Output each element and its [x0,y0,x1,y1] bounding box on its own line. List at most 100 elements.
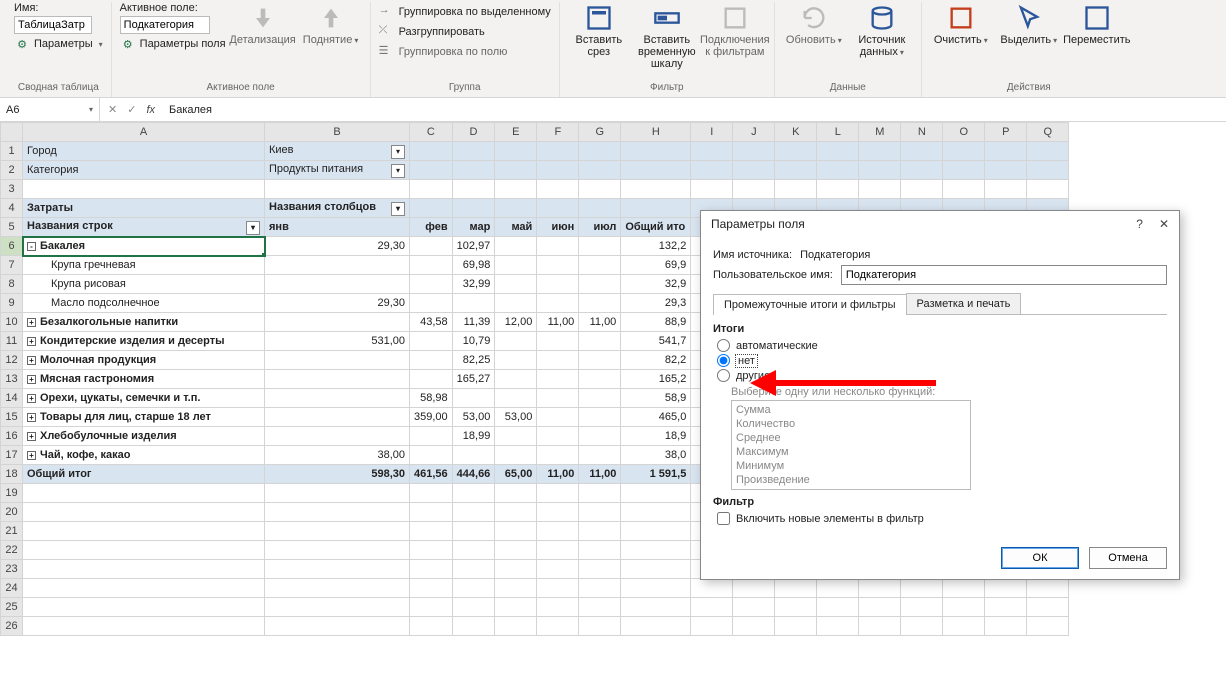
cell[interactable]: 32,9 [621,275,691,294]
cell[interactable] [901,598,943,617]
cell[interactable] [495,560,537,579]
cell[interactable] [733,598,775,617]
cell[interactable] [410,351,453,370]
cell[interactable] [621,161,691,180]
include-new-items-checkbox[interactable]: Включить новые элементы в фильтр [717,512,1167,525]
cell[interactable]: Общий итог [23,465,265,484]
cell[interactable]: Названия столбцов▾ [265,199,410,218]
cell[interactable] [859,579,901,598]
insert-slicer-button[interactable]: Вставитьсрез [568,2,630,58]
cell[interactable]: +Орехи, цукаты, семечки и т.п. [23,389,265,408]
cell[interactable]: +Безалкогольные напитки [23,313,265,332]
select-all-corner[interactable] [1,123,23,142]
cell[interactable]: Затраты [23,199,265,218]
cell[interactable] [452,579,495,598]
cell[interactable] [1027,598,1069,617]
cell[interactable] [985,180,1027,199]
move-button[interactable]: Переместить [1066,2,1128,46]
cell[interactable] [621,560,691,579]
cell[interactable] [579,579,621,598]
cell[interactable] [265,256,410,275]
cell[interactable] [943,161,985,180]
cell[interactable] [901,161,943,180]
cell[interactable] [452,389,495,408]
radio-none[interactable]: нет [717,354,1167,367]
cell[interactable]: 18,99 [452,427,495,446]
cell[interactable] [265,617,410,636]
cell[interactable] [23,180,265,199]
cell[interactable] [495,389,537,408]
cell[interactable] [579,180,621,199]
cell[interactable] [1027,180,1069,199]
confirm-icon[interactable]: ✓ [127,103,136,116]
column-header[interactable]: H [621,123,691,142]
cell[interactable] [579,351,621,370]
cell[interactable]: 58,98 [410,389,453,408]
cell[interactable] [775,598,817,617]
row-header[interactable]: 2 [1,161,23,180]
cell[interactable] [495,275,537,294]
cell[interactable] [859,180,901,199]
cell[interactable] [691,142,733,161]
clear-button[interactable]: Очистить▾ [930,2,992,47]
cell[interactable]: 65,00 [495,465,537,484]
cell[interactable] [452,503,495,522]
column-header[interactable]: C [410,123,453,142]
cell[interactable]: 11,00 [537,313,579,332]
cell[interactable] [621,484,691,503]
ok-button[interactable]: ОК [1001,547,1079,569]
cell[interactable] [452,199,495,218]
cell[interactable] [265,522,410,541]
cell[interactable]: 541,7 [621,332,691,351]
column-header[interactable]: O [943,123,985,142]
cell[interactable] [537,237,579,256]
cell[interactable] [452,541,495,560]
cell[interactable] [23,503,265,522]
cell[interactable] [579,617,621,636]
name-box[interactable]: A6▾ [0,98,100,121]
cell[interactable] [691,617,733,636]
cell[interactable] [691,598,733,617]
column-header[interactable]: A [23,123,265,142]
cell[interactable] [537,522,579,541]
cell[interactable]: 29,30 [265,294,410,313]
cell[interactable] [579,142,621,161]
cell[interactable] [452,617,495,636]
cell[interactable]: 359,00 [410,408,453,427]
cell[interactable] [943,617,985,636]
cell[interactable] [579,541,621,560]
cell[interactable] [579,503,621,522]
pivot-params-button[interactable]: ⚙ Параметры▾ [14,36,103,52]
cell[interactable] [23,522,265,541]
expand-icon[interactable]: + [27,394,36,403]
cell[interactable] [537,427,579,446]
cell[interactable] [537,294,579,313]
cell[interactable]: 11,00 [579,313,621,332]
cell[interactable] [537,161,579,180]
cell[interactable] [621,199,691,218]
cancel-icon[interactable]: ✕ [108,103,117,116]
active-field-input[interactable] [120,16,210,34]
cell[interactable] [495,522,537,541]
cell[interactable]: 531,00 [265,332,410,351]
expand-icon[interactable]: + [27,318,36,327]
cell[interactable] [23,541,265,560]
cell[interactable]: июл [579,218,621,237]
cell[interactable]: +Хлебобулочные изделия [23,427,265,446]
cell[interactable] [733,161,775,180]
cell[interactable] [410,370,453,389]
pivot-name-input[interactable] [14,16,92,34]
row-header[interactable]: 18 [1,465,23,484]
row-header[interactable]: 8 [1,275,23,294]
chevron-down-icon[interactable]: ▾ [89,105,93,114]
cell[interactable] [495,579,537,598]
cell[interactable] [859,161,901,180]
cell[interactable] [410,427,453,446]
cell[interactable]: 29,30 [265,237,410,256]
cell[interactable] [579,275,621,294]
cell[interactable] [775,617,817,636]
cell[interactable] [901,617,943,636]
cell[interactable]: 444,66 [452,465,495,484]
cell[interactable] [410,332,453,351]
cell[interactable] [621,598,691,617]
